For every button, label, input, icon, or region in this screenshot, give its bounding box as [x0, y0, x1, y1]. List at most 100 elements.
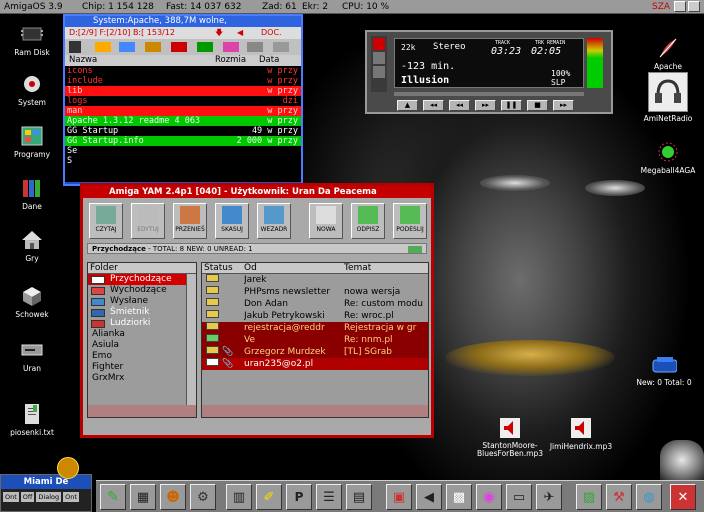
read-button[interactable]: CZYTAJ [89, 203, 123, 239]
reply-button[interactable]: ODPISZ [351, 203, 385, 239]
off-button[interactable]: Off [20, 492, 35, 502]
delete-button[interactable]: SKASUJ [215, 203, 249, 239]
folder-item[interactable]: Emo [88, 351, 196, 362]
file-row[interactable]: GG Startup 49 w przy [65, 126, 301, 136]
rewind-button[interactable]: ◂◂ [449, 100, 470, 111]
address-button[interactable]: WEZADR [257, 203, 291, 239]
desktop-icon-uran[interactable]: Uran [0, 338, 64, 373]
desktop-icon-megaball[interactable]: Megaball4AGA [636, 140, 700, 175]
folder-item[interactable]: GrxMrx [88, 373, 196, 384]
image-viewer-icon[interactable]: ▣ [386, 484, 412, 510]
folder-item[interactable]: Przychodzące [88, 274, 196, 285]
pause-button[interactable]: ❚❚ [501, 100, 522, 111]
mp3-player-window[interactable]: 22k Stereo TRACK TRK REMAIN 03:23 02:05 … [365, 30, 613, 114]
col-from[interactable]: Od [244, 263, 257, 274]
desktop-icon-ram-disk[interactable]: Ram Disk [0, 22, 64, 57]
speaker-tool-icon[interactable]: ◀ [416, 484, 442, 510]
desktop-icon-mailbox[interactable]: New: 0 Total: 0 [624, 352, 704, 387]
folder-tool-icon[interactable] [145, 42, 161, 52]
message-row[interactable]: 📎 uran235@o2.pl [202, 358, 428, 370]
desktop-icon-aminetradio[interactable]: AmiNetRadio [636, 72, 700, 123]
text-editor-icon[interactable]: ▤ [346, 484, 372, 510]
new-button[interactable]: NOWA [309, 203, 343, 239]
copy-tool-icon[interactable] [197, 42, 213, 52]
col-date[interactable]: Data [259, 55, 279, 66]
calculator-icon[interactable]: ▦ [130, 484, 156, 510]
message-row[interactable]: Jakub Petrykowski Re: wroc.pl [202, 310, 428, 322]
desktop-icon-piosenki[interactable]: piosenki.txt [0, 402, 64, 437]
cd-icon[interactable]: ◉ [476, 484, 502, 510]
file-row[interactable]: icons w przy [65, 66, 301, 76]
folder-item[interactable]: Wychodzące [88, 285, 196, 296]
left-arrow-icon[interactable]: ◀ [237, 27, 243, 39]
on-button[interactable]: Ont [3, 492, 19, 502]
paint-icon[interactable]: P [286, 484, 312, 510]
file-row[interactable]: S [65, 156, 301, 166]
doc-button[interactable]: DOC. [261, 27, 282, 39]
world-clock-widget[interactable]: Miami De Ont Off Dialog Ont [0, 457, 92, 512]
hdd-icon[interactable]: ▥ [226, 484, 252, 510]
message-hscrollbar[interactable] [202, 405, 428, 417]
notes-icon[interactable]: ☰ [316, 484, 342, 510]
seek-bar[interactable] [394, 92, 584, 96]
globe-icon[interactable]: ◍ [636, 484, 662, 510]
pen-tool-icon[interactable]: ✎ [100, 484, 126, 510]
desktop-icon-dane[interactable]: Dane [0, 176, 64, 211]
message-row[interactable]: Don Adan Re: custom modu [202, 298, 428, 310]
folder-item[interactable]: Alianka [88, 329, 196, 340]
file-row[interactable]: GG Startup.info 2 000 w przy [65, 136, 301, 146]
message-row[interactable]: Ve Re: nnm.pl [202, 334, 428, 346]
directory-lister-window[interactable]: System:Apache, 388,7M wolne, D:[2/9] F:[… [63, 14, 303, 186]
next-button[interactable]: ▸▸ [553, 100, 574, 111]
network-icon[interactable]: ⚙ [190, 484, 216, 510]
message-row[interactable]: Jarek [202, 274, 428, 286]
col-subject[interactable]: Temat [344, 263, 371, 274]
move-button[interactable]: PRZENIEŚ [173, 203, 207, 239]
print-tool-icon[interactable] [273, 42, 289, 52]
message-row[interactable]: PHPsms newsletter nowa wersja [202, 286, 428, 298]
close-app-icon[interactable]: ✕ [670, 484, 696, 510]
monitor-icon[interactable]: ▭ [506, 484, 532, 510]
col-name[interactable]: Nazwa [69, 55, 97, 66]
col-size[interactable]: Rozmia [215, 55, 246, 66]
player-close-icon[interactable] [373, 38, 385, 50]
col-status[interactable]: Status [204, 263, 233, 274]
file-manager-icon[interactable]: ▨ [576, 484, 602, 510]
folder-item[interactable]: Śmietnik [88, 307, 196, 318]
file-row[interactable]: Apache 1.3.12 readme 4 063 w przy [65, 116, 301, 126]
forward-button[interactable]: PODESLIJ [393, 203, 427, 239]
joystick-icon[interactable]: ✈ [536, 484, 562, 510]
eject-button[interactable]: ▲ [397, 100, 418, 111]
message-row[interactable]: rejestracja@reddr Rejestracja w gr [202, 322, 428, 334]
yin-yang-icon[interactable] [69, 41, 81, 53]
arrow-left-icon[interactable] [95, 42, 111, 52]
depth-back-button[interactable] [674, 1, 686, 12]
ont-button[interactable]: Ont [63, 492, 79, 502]
edit-doc-icon[interactable]: ✐ [256, 484, 282, 510]
player-minimize-icon[interactable] [373, 52, 385, 64]
folder-item[interactable]: Ludziorki [88, 318, 196, 329]
message-row[interactable]: 📎 Grzegorz Murdzek [TL] SGrab [202, 346, 428, 358]
folder-item[interactable]: Fighter [88, 362, 196, 373]
folder-scrollbar[interactable] [186, 274, 196, 406]
folder-item[interactable]: Asiula [88, 340, 196, 351]
desktop-icon-system[interactable]: System [0, 72, 64, 107]
file-row[interactable]: include w przy [65, 76, 301, 86]
edit-button[interactable]: EDYTUJ [131, 203, 165, 239]
depth-front-button[interactable] [688, 1, 700, 12]
info-tool-icon[interactable] [223, 42, 239, 52]
file-row[interactable]: lib w przy [65, 86, 301, 96]
blocks-icon[interactable]: ▩ [446, 484, 472, 510]
dialog-button[interactable]: Dialog [36, 492, 62, 502]
file-row[interactable]: logs dzi [65, 96, 301, 106]
forward-button[interactable]: ▸▸ [475, 100, 496, 111]
delete-tool-icon[interactable] [171, 42, 187, 52]
desktop-icon-schowek[interactable]: Schowek [0, 284, 64, 319]
desktop-icon-apache[interactable]: Apache [636, 36, 700, 71]
down-arrow-icon[interactable]: 🡇 [215, 27, 223, 39]
file-row[interactable]: Se [65, 146, 301, 156]
drive-tool-icon[interactable] [119, 42, 135, 52]
lock-tool-icon[interactable] [247, 42, 263, 52]
stop-button[interactable]: ■ [527, 100, 548, 111]
file-row[interactable]: man w przy [65, 106, 301, 116]
